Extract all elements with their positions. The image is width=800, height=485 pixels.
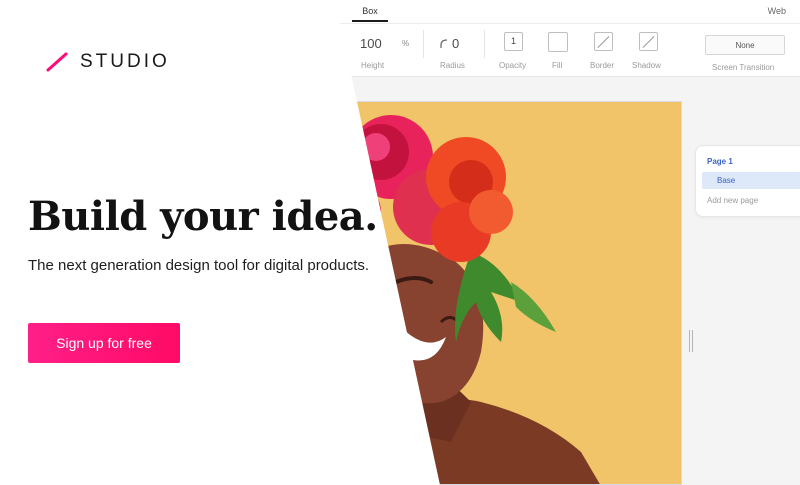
fill-swatch-icon[interactable]	[548, 32, 568, 52]
tab-box[interactable]: Box	[352, 0, 388, 22]
studio-logo-icon	[46, 52, 68, 72]
shadow-label: Shadow	[632, 61, 661, 70]
height-value[interactable]: 100	[360, 36, 382, 51]
height-unit: %	[402, 39, 410, 48]
brand-name: STUDIO	[80, 51, 170, 72]
radius-value[interactable]: 0	[452, 36, 459, 51]
height-control[interactable]: 100 % Height	[360, 24, 412, 76]
screen-transition-label: Screen Transition	[712, 63, 775, 72]
toolbar-divider	[423, 30, 424, 58]
hero-subheadline: The next generation design tool for digi…	[28, 257, 370, 274]
artboard-resize-handle[interactable]	[689, 330, 694, 352]
sign-up-button[interactable]: Sign up for free	[28, 323, 180, 363]
fill-label: Fill	[552, 61, 563, 70]
fill-control[interactable]: Fill	[548, 24, 572, 76]
opacity-control[interactable]: 1 Opacity	[498, 24, 530, 76]
shadow-none-icon[interactable]	[639, 32, 658, 51]
height-label: Height	[361, 61, 385, 70]
page-1-item[interactable]: Page 1	[707, 157, 733, 166]
web-preview-link[interactable]: Web	[768, 0, 786, 22]
border-none-icon[interactable]	[594, 32, 613, 51]
radius-control[interactable]: 0 Radius	[440, 24, 480, 76]
hero-headline: Build your idea.	[28, 193, 378, 240]
toolbar-divider	[484, 30, 485, 58]
add-new-page-button[interactable]: Add new page	[707, 196, 758, 205]
screen-transition-select[interactable]: None	[705, 35, 785, 55]
shadow-control[interactable]: Shadow	[632, 24, 664, 76]
pages-panel: Page 1 Base Add new page	[695, 145, 800, 217]
radius-label: Radius	[440, 61, 465, 70]
border-control[interactable]: Border	[590, 24, 620, 76]
opacity-value[interactable]: 1	[504, 32, 523, 51]
radius-corner-icon	[440, 39, 448, 48]
opacity-label: Opacity	[499, 61, 527, 70]
layer-base-item[interactable]: Base	[702, 172, 800, 189]
border-label: Border	[590, 61, 615, 70]
